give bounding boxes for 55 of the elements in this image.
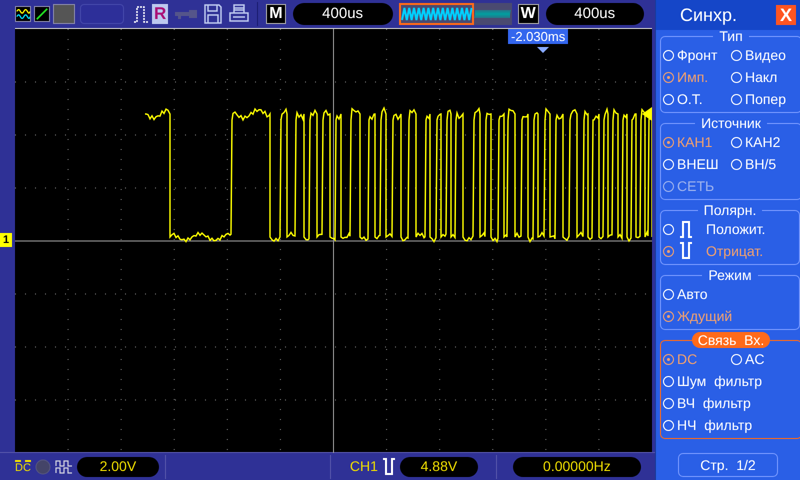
option-label[interactable]: ВН/5 <box>745 154 776 174</box>
option-label[interactable]: Шум фильтр <box>677 370 762 392</box>
option-label[interactable]: Авто <box>677 284 708 304</box>
close-button[interactable]: X <box>776 5 796 25</box>
bandwidth-limit-icon <box>34 458 51 474</box>
volts-per-div-readout: 2.00V <box>76 456 159 476</box>
trigger-position-label: -2.030ms <box>508 29 568 44</box>
group-title: Тип <box>718 28 744 44</box>
panel-title: Синхр. <box>680 4 738 27</box>
option-label[interactable]: Положит. <box>706 218 766 240</box>
key-icon <box>175 8 198 20</box>
trigger-level-marker[interactable] <box>642 107 652 121</box>
negative-pulse-icon <box>382 458 396 476</box>
group-title: Полярн. <box>702 202 758 218</box>
radio-button[interactable] <box>663 72 674 82</box>
coupling-label: DC <box>15 460 31 473</box>
group-title: Режим <box>707 267 753 283</box>
radio-button[interactable] <box>663 354 674 364</box>
option-label[interactable]: Видео <box>745 44 786 66</box>
option-label[interactable]: Накл <box>745 66 778 88</box>
thumbnail-icon[interactable] <box>53 4 75 24</box>
trigger-position-marker[interactable] <box>537 47 549 53</box>
window-overview-drawing[interactable] <box>398 3 512 25</box>
empty-slot <box>80 4 124 24</box>
line-icon[interactable] <box>34 6 50 22</box>
option-label[interactable]: НЧ фильтр <box>677 414 752 436</box>
mode-label[interactable]: M <box>266 4 286 24</box>
frequency-readout: 0.00000Hz <box>512 456 641 476</box>
radio-button[interactable] <box>663 310 674 322</box>
trigger-source-label: CH1 <box>350 457 378 476</box>
option-label[interactable]: ВЧ фильтр <box>677 392 751 414</box>
pulse-icon[interactable] <box>133 5 149 23</box>
time-base-readout: 400us <box>292 3 393 25</box>
radio-button[interactable] <box>663 136 674 148</box>
option-label[interactable]: AC <box>745 348 764 370</box>
negative-pulse-icon <box>679 242 693 260</box>
wave-icon[interactable] <box>15 6 31 22</box>
window-time-readout: 400us <box>546 3 644 25</box>
window-label[interactable]: W <box>518 4 539 24</box>
save-icon[interactable] <box>204 4 222 24</box>
positive-pulse-icon <box>679 220 693 238</box>
ref-button[interactable]: R <box>152 4 168 24</box>
option-label[interactable]: ВНЕШ <box>677 154 719 174</box>
channel-marker[interactable]: 1 <box>0 233 12 247</box>
option-label[interactable]: Фронт <box>677 44 718 66</box>
group-title: Источник <box>700 115 762 131</box>
radio-button[interactable] <box>663 246 674 256</box>
page-button[interactable]: Стр. 1/2 <box>678 453 778 477</box>
group-title: Связь Вх. <box>692 332 770 348</box>
trigger-level-readout: 4.88V <box>400 456 478 476</box>
square-wave-icon <box>54 458 73 474</box>
option-label[interactable]: КАН2 <box>745 132 780 152</box>
printer-icon[interactable] <box>229 4 250 24</box>
option-label[interactable]: О.Т. <box>677 88 703 110</box>
option-label[interactable]: Попер <box>745 88 786 110</box>
